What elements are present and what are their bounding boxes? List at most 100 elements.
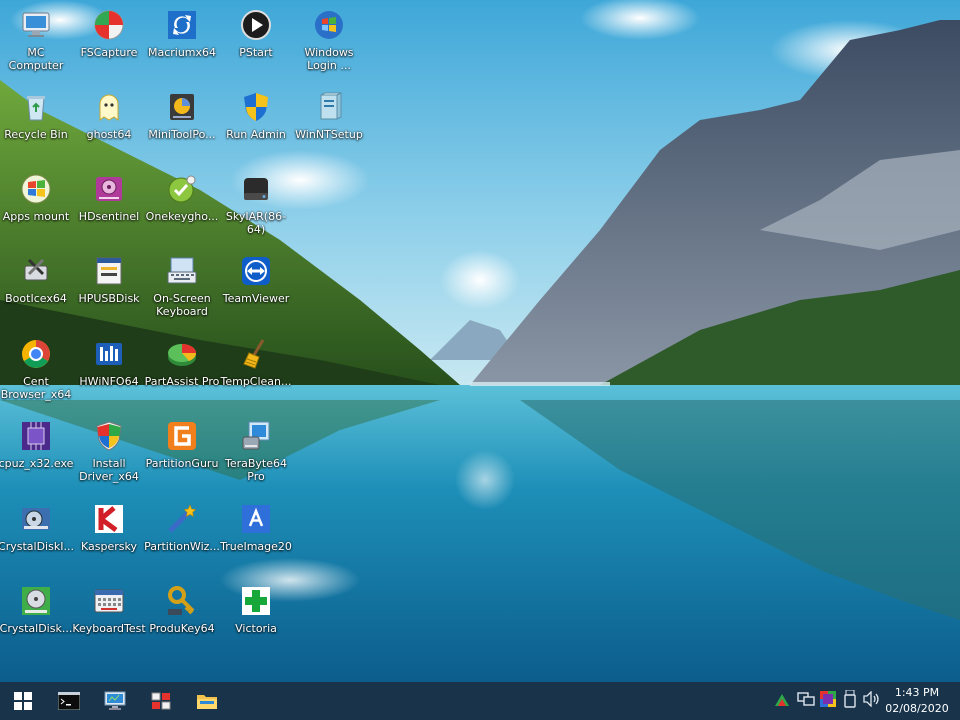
desktop-icon-produkey64[interactable]: ProduKey64	[144, 580, 220, 656]
windows-logo-icon	[14, 692, 32, 710]
desktop-icon-mc-computer[interactable]: MC Computer	[0, 4, 74, 80]
keyboard-icon	[165, 254, 199, 288]
desktop-icon-label: PartitionGuru	[145, 457, 219, 470]
tools-icon	[150, 691, 172, 711]
desktop-icon-keyboardtest[interactable]: KeyboardTest	[71, 580, 147, 656]
desktop-icon-label: On-Screen Keyboard	[153, 292, 211, 318]
ghost-restore-icon	[165, 172, 199, 206]
network-icon	[797, 691, 815, 711]
desktop-icon-cent-browser[interactable]: Cent Browser_x64	[0, 333, 74, 409]
magic-wand-icon	[165, 502, 199, 536]
hard-disk-sentinel-icon	[92, 172, 126, 206]
desktop-icon-hwinfo64[interactable]: HWiNFO64	[71, 333, 147, 409]
broom-icon	[239, 337, 273, 371]
tray-network[interactable]	[796, 691, 816, 711]
windows-login-icon	[312, 8, 346, 42]
partition-assistant-icon	[165, 337, 199, 371]
desktop-icon-onekeyghost[interactable]: Onekeygho...	[144, 168, 220, 244]
monitor-icon	[104, 691, 126, 711]
start-button[interactable]	[0, 682, 46, 720]
desktop-icon-kaspersky[interactable]: Kaspersky	[71, 498, 147, 574]
usb-format-icon	[92, 254, 126, 288]
taskbar-command-prompt[interactable]	[46, 682, 92, 720]
desktop-icon-winntsetup[interactable]: WinNTSetup	[291, 86, 367, 162]
shield-icon	[92, 419, 126, 453]
tray-usb-drive[interactable]	[840, 689, 860, 712]
desktop-icon-crystaldiskmark[interactable]: CrystalDisk...	[0, 580, 74, 656]
windows-orb-icon	[19, 172, 53, 206]
desktop-icon-label: Recycle Bin	[4, 128, 68, 141]
desktop-icon-pstart[interactable]: PStart	[218, 4, 294, 80]
desktop-icon-label: Apps mount	[2, 210, 70, 223]
remote-control-icon	[239, 254, 273, 288]
desktop-icon-label: Onekeygho...	[145, 210, 219, 223]
clock-date: 02/08/2020	[885, 702, 949, 715]
play-icon	[239, 8, 273, 42]
desktop-icon-label: cpuz_x32.exe	[0, 457, 74, 470]
clock-time: 1:43 PM	[894, 686, 940, 699]
desktop-icon-label: Macriumx64	[147, 46, 217, 59]
desktop-icon-label: CrystalDisk...	[0, 622, 73, 635]
desktop-icon-label: TrueImage20	[220, 540, 292, 553]
key-icon	[165, 584, 199, 618]
desktop-icon-label: PartitionWiz...	[144, 540, 220, 553]
desktop-icon-label: HWiNFO64	[79, 375, 139, 388]
colors-icon	[774, 692, 790, 711]
desktop-icon-label: HPUSBDisk	[78, 292, 140, 305]
tray-display-color[interactable]	[818, 691, 838, 711]
desktop-icon-partitionguru[interactable]: PartitionGuru	[144, 415, 220, 491]
disk-genius-icon	[165, 419, 199, 453]
desktop-icon-partassist-pro[interactable]: PartAssist Pro	[144, 333, 220, 409]
desktop-icon-crystaldiskinfo[interactable]: CrystalDiskI...	[0, 498, 74, 574]
desktop-icon-hpusbdisk[interactable]: HPUSBDisk	[71, 250, 147, 326]
antivirus-icon	[92, 502, 126, 536]
desktop-icon-label: Kaspersky	[81, 540, 137, 553]
desktop-icon-fscapture[interactable]: FSCapture	[71, 4, 147, 80]
desktop-icon-label: PartAssist Pro	[144, 375, 220, 388]
ghost-icon	[92, 90, 126, 124]
desktop-icon-label: SkyIAR(86-64)	[225, 210, 287, 236]
desktop-icon-run-admin[interactable]: Run Admin	[218, 86, 294, 162]
screen-capture-icon	[92, 8, 126, 42]
desktop-icon-teamviewer[interactable]: TeamViewer	[218, 250, 294, 326]
desktop-icon-on-screen-keyboard[interactable]: On-Screen Keyboard	[144, 250, 220, 326]
computer-icon	[19, 8, 53, 42]
desktop-icon-victoria[interactable]: Victoria	[218, 580, 294, 656]
desktop-icon-cpuz[interactable]: cpuz_x32.exe	[0, 415, 74, 491]
desktop-icon-tempclean[interactable]: TempClean...	[218, 333, 294, 409]
desktop-icon-ghost64[interactable]: ghost64	[71, 86, 147, 162]
desktop-icon-windows-login[interactable]: Windows Login ...	[291, 4, 367, 80]
taskbar-network-monitor[interactable]	[92, 682, 138, 720]
desktop-icon-label: TeraByte64 Pro	[224, 457, 287, 483]
usb-drive-icon	[844, 689, 856, 712]
desktop-icon-recycle-bin[interactable]: Recycle Bin	[0, 86, 74, 162]
desktop-icon-label: Run Admin	[226, 128, 286, 141]
desktop-icon-booticex64[interactable]: BootIcex64	[0, 250, 74, 326]
taskbar-file-explorer[interactable]	[184, 682, 230, 720]
desktop-icon-label: FSCapture	[80, 46, 138, 59]
tray-volume[interactable]	[862, 690, 882, 711]
tray-colors[interactable]	[772, 691, 792, 711]
taskbar-windows-tools[interactable]	[138, 682, 184, 720]
desktop-icon-hdsentinel[interactable]: HDsentinel	[71, 168, 147, 244]
desktop-icon-label: PStart	[239, 46, 273, 59]
hardware-info-icon	[92, 337, 126, 371]
desktop-icon-apps-mount[interactable]: Apps mount	[0, 168, 74, 244]
desktop-icon-trueimage20[interactable]: TrueImage20	[218, 498, 294, 574]
desktop-icon-install-driver[interactable]: Install Driver_x64	[71, 415, 147, 491]
desktop-icon-skyiar[interactable]: SkyIAR(86-64)	[218, 168, 294, 244]
desktop-icon-label: MiniToolPo...	[148, 128, 216, 141]
desktop-icon-label: Windows Login ...	[304, 46, 354, 72]
desktop-icon-label: TeamViewer	[222, 292, 290, 305]
taskbar-clock[interactable]: 1:43 PM 02/08/2020	[880, 685, 954, 717]
usb-tool-icon	[19, 254, 53, 288]
console-icon	[58, 692, 80, 710]
drive-icon	[239, 172, 273, 206]
desktop-icon-minitool[interactable]: MiniToolPo...	[144, 86, 220, 162]
backup-arrows-icon	[165, 8, 199, 42]
desktop-icon-partitionwizard[interactable]: PartitionWiz...	[144, 498, 220, 574]
green-cross-icon	[239, 584, 273, 618]
desktop-icon-terabyte64[interactable]: TeraByte64 Pro	[218, 415, 294, 491]
desktop-icon-macriumx64[interactable]: Macriumx64	[144, 4, 220, 80]
desktop-icon-label: BootIcex64	[5, 292, 67, 305]
